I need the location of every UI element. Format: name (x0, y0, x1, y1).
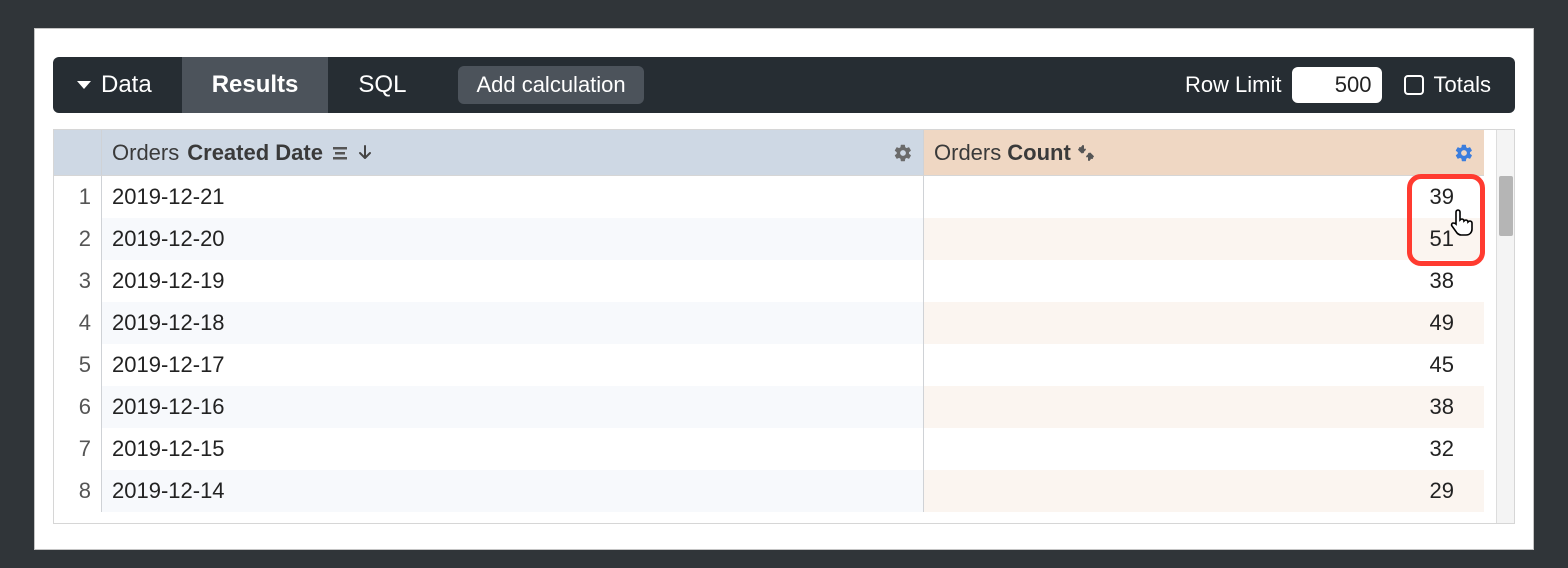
cell-created-date[interactable]: 2019-12-21 (102, 176, 924, 218)
caret-down-icon (77, 81, 91, 89)
cell-count[interactable]: 39 (924, 176, 1484, 218)
totals-checkbox[interactable] (1404, 75, 1424, 95)
cell-created-date[interactable]: 2019-12-18 (102, 302, 924, 344)
row-number: 3 (54, 260, 102, 302)
row-number: 6 (54, 386, 102, 428)
explore-panel: Data Results SQL Add calculation Row Lim… (34, 28, 1534, 550)
cell-created-date[interactable]: 2019-12-20 (102, 218, 924, 260)
header-rownum (54, 130, 102, 176)
cell-count[interactable]: 38 (924, 386, 1484, 428)
tab-data-label: Data (101, 71, 152, 99)
tab-data[interactable]: Data (53, 57, 182, 113)
cell-count[interactable]: 32 (924, 428, 1484, 470)
row-limit-group: Row Limit (1185, 57, 1382, 113)
row-number: 5 (54, 344, 102, 386)
cell-count[interactable]: 49 (924, 302, 1484, 344)
header-dimension-created-date[interactable]: Orders Created Date (102, 130, 924, 176)
header-measure-count[interactable]: Orders Count (924, 130, 1484, 176)
cell-created-date[interactable]: 2019-12-14 (102, 470, 924, 512)
row-number: 2 (54, 218, 102, 260)
cell-count[interactable]: 45 (924, 344, 1484, 386)
cell-created-date[interactable]: 2019-12-17 (102, 344, 924, 386)
add-calculation-label: Add calculation (476, 72, 625, 97)
vertical-scrollbar[interactable] (1496, 130, 1514, 523)
tab-sql-label: SQL (358, 71, 406, 99)
drill-icon (1077, 144, 1095, 162)
scrollbar-thumb[interactable] (1499, 176, 1513, 236)
pivot-icon (331, 144, 349, 162)
header-dim-prefix: Orders (112, 140, 179, 166)
gear-icon[interactable] (893, 143, 913, 163)
row-number: 4 (54, 302, 102, 344)
header-dim-field: Created Date (187, 140, 323, 166)
row-limit-input[interactable] (1292, 67, 1382, 103)
cell-count[interactable]: 38 (924, 260, 1484, 302)
data-bar: Data Results SQL Add calculation Row Lim… (53, 57, 1515, 113)
results-table: Orders Created Date Orders Count (53, 129, 1515, 524)
row-number: 8 (54, 470, 102, 512)
row-limit-label: Row Limit (1185, 72, 1282, 98)
tab-results[interactable]: Results (182, 57, 329, 113)
totals-label: Totals (1434, 72, 1491, 98)
add-calculation-button[interactable]: Add calculation (458, 66, 643, 104)
row-number: 7 (54, 428, 102, 470)
row-number: 1 (54, 176, 102, 218)
sort-desc-icon (357, 144, 373, 162)
header-mea-field: Count (1007, 140, 1071, 166)
totals-group: Totals (1382, 57, 1515, 113)
cell-created-date[interactable]: 2019-12-19 (102, 260, 924, 302)
header-mea-prefix: Orders (934, 140, 1001, 166)
cell-count[interactable]: 51 (924, 218, 1484, 260)
cell-created-date[interactable]: 2019-12-15 (102, 428, 924, 470)
cell-created-date[interactable]: 2019-12-16 (102, 386, 924, 428)
tab-results-label: Results (212, 71, 299, 99)
gear-icon[interactable] (1454, 143, 1474, 163)
cell-count[interactable]: 29 (924, 470, 1484, 512)
tab-sql[interactable]: SQL (328, 57, 436, 113)
